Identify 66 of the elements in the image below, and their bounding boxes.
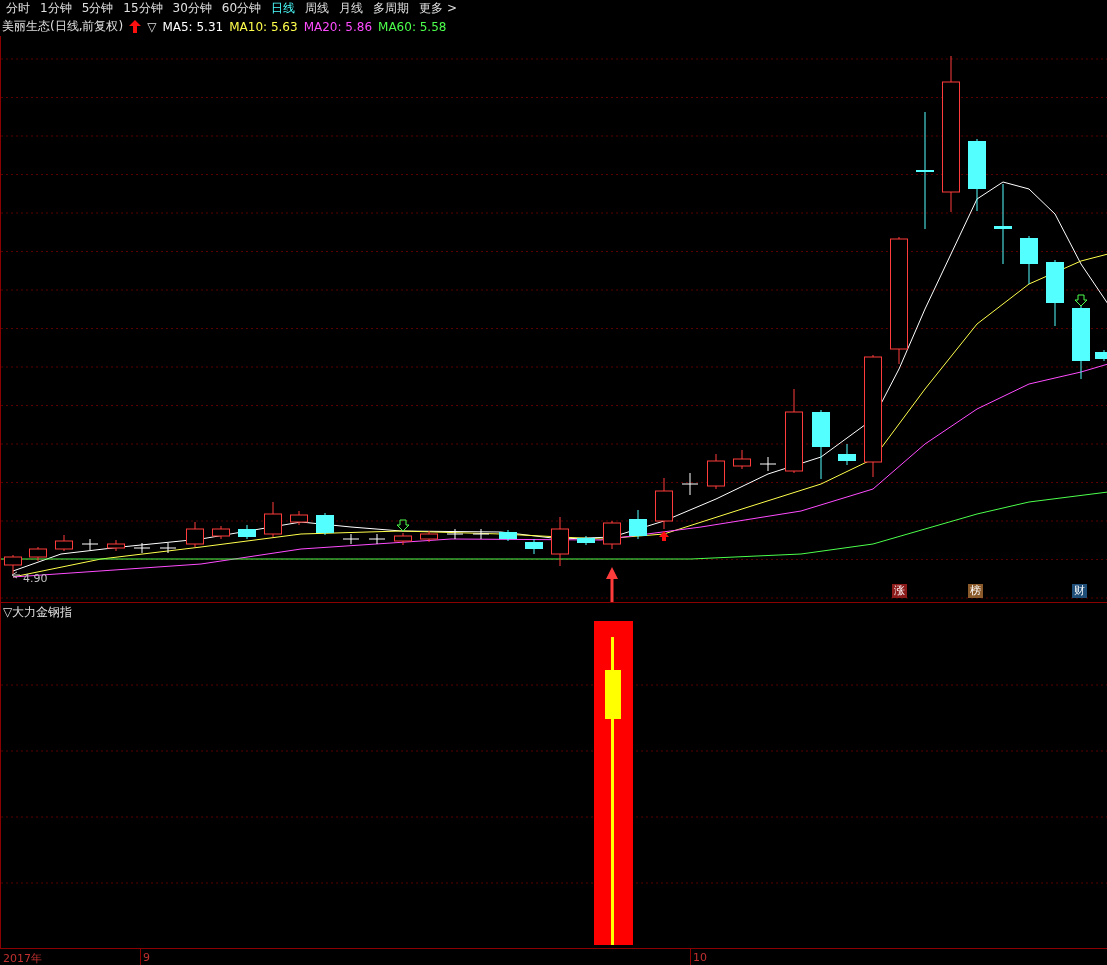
candlestick [603, 520, 621, 550]
candlestick [290, 510, 308, 526]
period-tab[interactable]: 月线 [335, 0, 368, 18]
candlestick [420, 530, 438, 543]
down-arrow-icon [1074, 294, 1088, 307]
period-tab[interactable]: 5分钟 [77, 0, 118, 18]
up-arrow-icon [129, 20, 142, 34]
event-badge[interactable]: 榜 [968, 583, 983, 598]
period-tab[interactable]: 分时 [2, 0, 34, 18]
stock-title: 美丽生态(日线,前复权) [2, 18, 124, 36]
indicator-title: ▽大力金钢指 [3, 604, 73, 622]
moving-average-value: MA10: 5.63 [229, 19, 298, 34]
period-tab[interactable]: 60分钟 [217, 0, 266, 18]
down-arrow-icon [396, 519, 410, 532]
low-price-label: 4.90 [23, 571, 48, 585]
up-arrow-icon [659, 530, 669, 541]
candlestick [238, 524, 256, 540]
up-arrow-icon [606, 566, 618, 602]
candlestick [394, 532, 412, 546]
candlestick [186, 521, 204, 548]
period-tab[interactable]: 1分钟 [36, 0, 76, 18]
period-tab[interactable]: 更多 > [415, 0, 461, 18]
candlestick [707, 453, 725, 490]
candlestick [525, 538, 543, 555]
event-badge[interactable]: 财 [1072, 583, 1087, 598]
candlestick [629, 509, 647, 540]
candlestick [342, 533, 360, 545]
time-axis-label: 2017年 [3, 951, 42, 965]
candlestick [264, 501, 282, 538]
moving-average-value: MA20: 5.86 [303, 19, 373, 34]
period-tab[interactable]: 日线 [267, 0, 300, 18]
candlestick [4, 554, 22, 575]
arrow-icon [11, 571, 21, 579]
candlestick [133, 542, 151, 554]
candlestick [368, 533, 386, 545]
period-tab[interactable]: 多周期 [369, 0, 414, 18]
period-tab[interactable]: 30分钟 [168, 0, 216, 18]
candlestick [577, 535, 595, 546]
candlestick [1046, 259, 1064, 327]
moving-average-value: MA60: 5.58 [378, 19, 447, 34]
candlestick [316, 512, 334, 536]
candlestick [55, 534, 73, 552]
candlestick [81, 538, 99, 551]
event-badge[interactable]: 涨 [892, 583, 907, 598]
time-axis-label: 10 [693, 951, 707, 964]
candlestick [1095, 349, 1107, 362]
candlestick [446, 528, 464, 540]
period-tab[interactable]: 周线 [301, 0, 334, 18]
candlestick [759, 456, 777, 472]
moving-average-value: MA5: 5.31 [162, 19, 224, 34]
period-tab[interactable]: 15分钟 [119, 0, 167, 18]
candlestick [551, 516, 569, 567]
candlestick [655, 477, 673, 530]
candlestick [681, 472, 699, 496]
candlestick [472, 528, 490, 540]
candlestick [107, 539, 125, 552]
candlestick [499, 529, 517, 542]
candlestick [812, 409, 830, 480]
candlestick [733, 449, 751, 470]
time-axis-label: 9 [143, 951, 150, 964]
candlestick [159, 542, 177, 554]
candlestick [1020, 235, 1038, 285]
candlestick [838, 443, 856, 466]
legend-marker: ▽ [147, 19, 157, 34]
candlestick [212, 525, 230, 540]
candlestick [29, 546, 47, 562]
